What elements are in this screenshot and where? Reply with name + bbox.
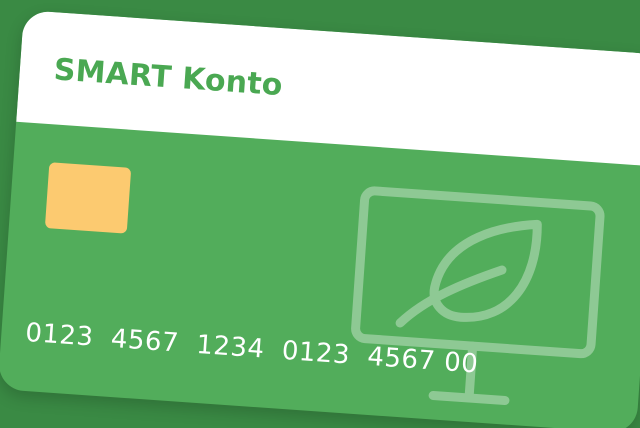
card-chip: [44, 162, 132, 234]
card-header: SMART Konto: [16, 10, 640, 167]
card-title: SMART Konto: [52, 52, 284, 104]
scene: SMART Konto 0123 4567 1234 0123 4567 00: [0, 0, 640, 428]
eco-monitor-leaf-icon: [351, 186, 605, 405]
bank-card: SMART Konto 0123 4567 1234 0123 4567 00: [0, 10, 640, 428]
